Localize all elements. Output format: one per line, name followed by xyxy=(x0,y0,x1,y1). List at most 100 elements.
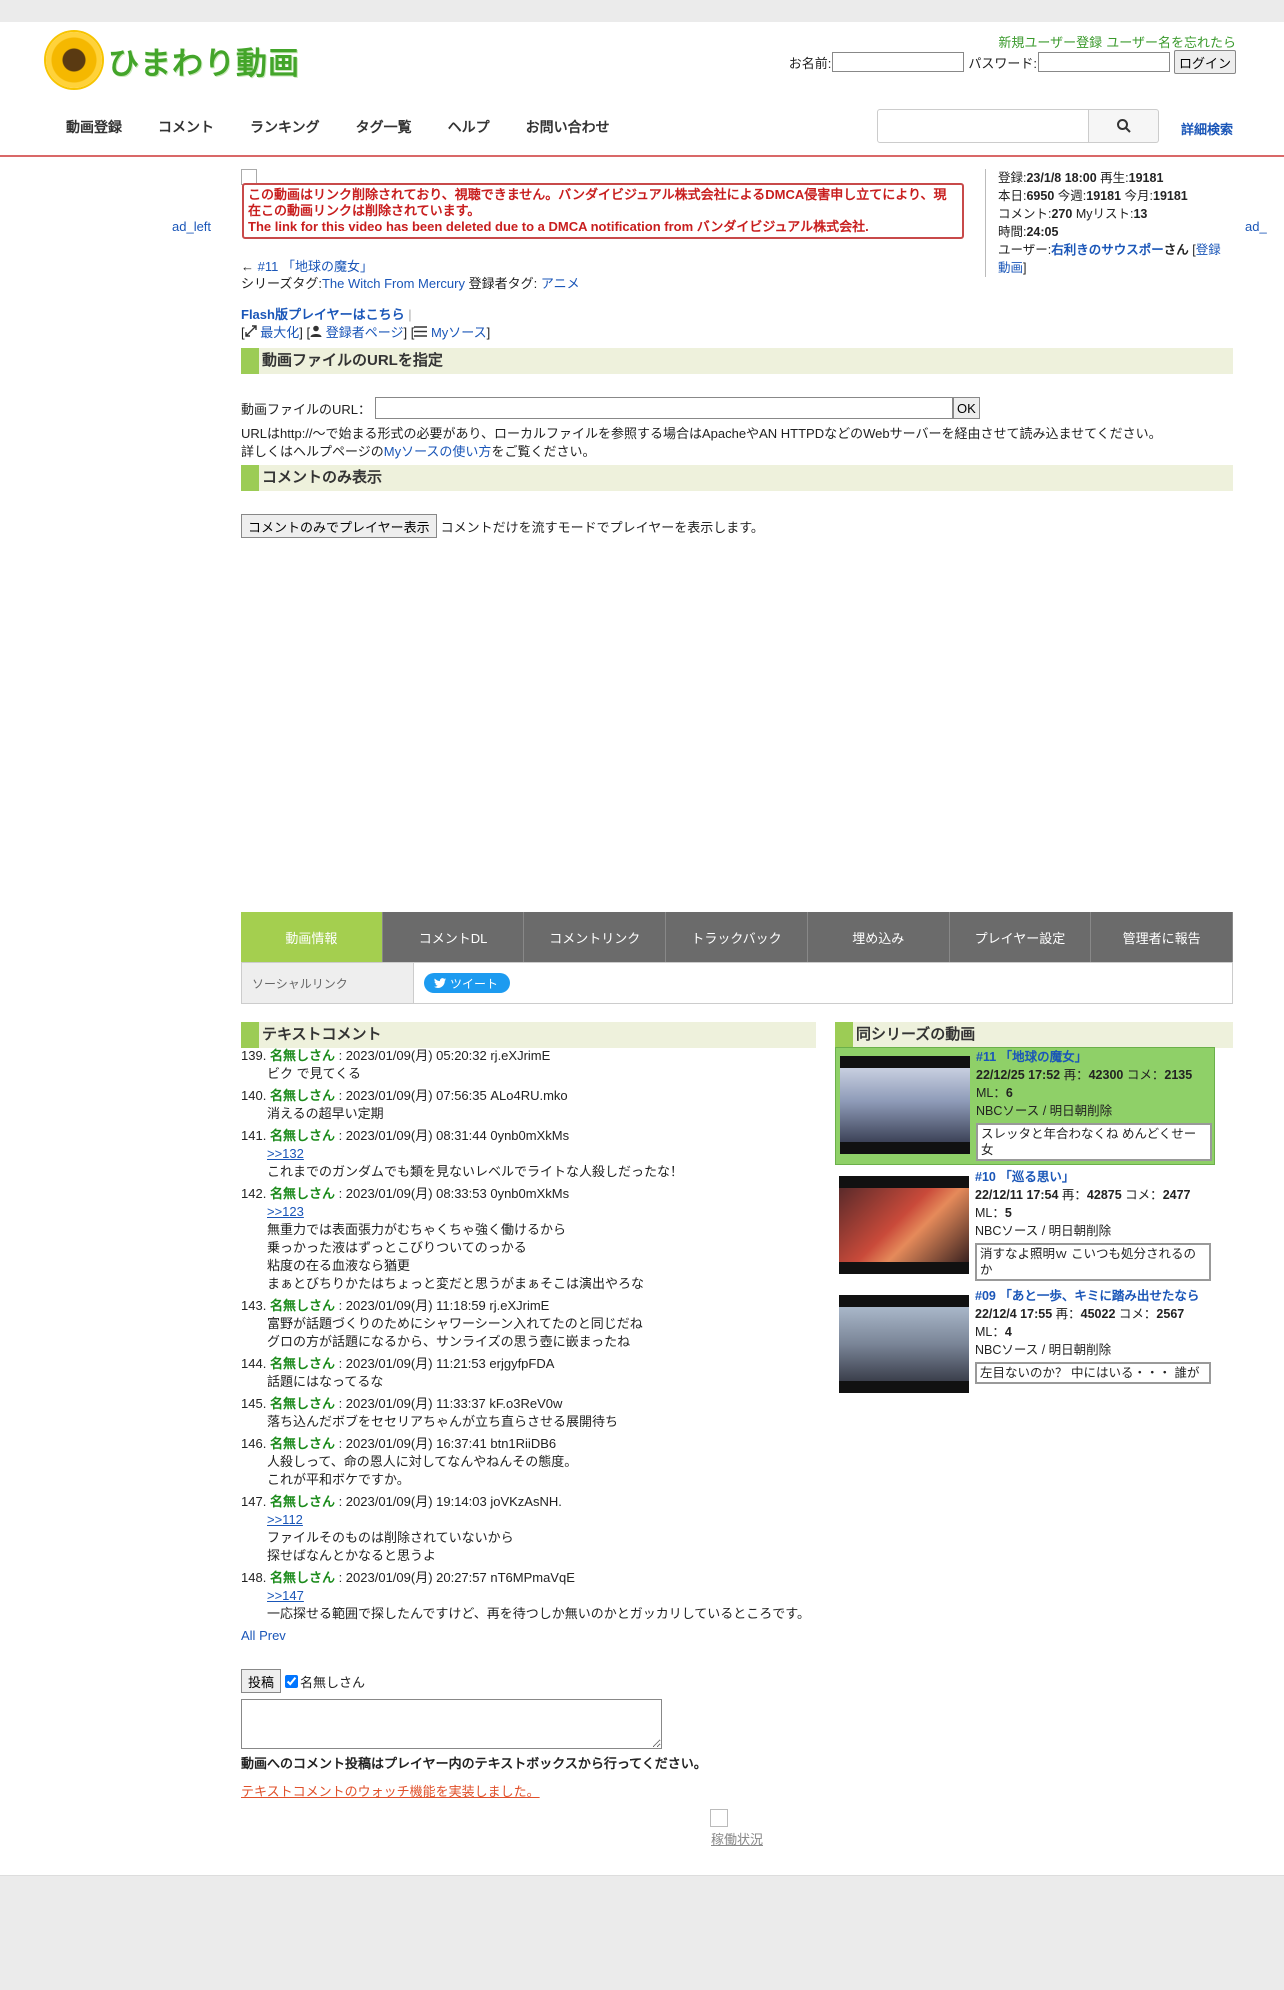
watch-feature-link[interactable]: テキストコメントのウォッチ機能を実装しました。 xyxy=(241,1781,540,1800)
user-link[interactable]: 右利きのサウスポー xyxy=(1051,243,1164,257)
series-comments-label: コメ： xyxy=(1126,1068,1165,1082)
flash-player-link[interactable]: Flash版プレイヤーはこちら | xyxy=(241,304,412,323)
tab-comment-dl[interactable]: コメントDL xyxy=(382,912,525,962)
comment-meta: : 2023/01/09(月) 19:14:03 joVKzAsNH. xyxy=(338,1494,562,1509)
post-button[interactable]: 投稿 xyxy=(241,1669,282,1693)
search-button[interactable] xyxy=(1089,109,1159,143)
tab-video-info[interactable]: 動画情報 xyxy=(241,912,383,962)
tweet-button[interactable]: ツイート xyxy=(424,973,511,993)
comment-line: これが平和ボケですか。 xyxy=(267,1472,410,1487)
video-thumbnail[interactable] xyxy=(839,1295,969,1393)
series-title-link[interactable]: #09 「あと一歩、キミに踏み出せたなら xyxy=(975,1287,1211,1305)
series-title-link[interactable]: #10 「巡る思い」 xyxy=(975,1168,1211,1186)
nav-item-contact[interactable]: お問い合わせ xyxy=(508,117,628,137)
comment-line: これまでのガンダムでも類を見ないレベルでライトな人殺しだったな！ xyxy=(267,1164,684,1179)
advanced-search-link[interactable]: 詳細検索 xyxy=(1181,119,1233,138)
comment-line: 粘度の在る血液なら猶更 xyxy=(267,1258,411,1273)
comment-only-player-button[interactable]: コメントのみでプレイヤー表示 xyxy=(241,514,437,538)
nav-item-help[interactable]: ヘルプ xyxy=(430,117,508,137)
main-content: ad_left ad_ この動画はリンク削除されており、視聴できません。バンダイ… xyxy=(0,157,1284,1875)
my-source-link[interactable]: Myソース xyxy=(431,325,487,340)
series-date: 22/12/11 17:54 xyxy=(975,1188,1059,1202)
video-thumbnail[interactable] xyxy=(840,1056,970,1154)
comment-number: 139. xyxy=(241,1048,267,1063)
series-comments: 2567 xyxy=(1156,1307,1185,1321)
url-form: 動画ファイルのURL： OK xyxy=(241,397,980,419)
series-title-link[interactable]: #11 「地球の魔女」 xyxy=(976,1048,1212,1066)
comment-anchor-link[interactable]: >>123 xyxy=(267,1204,304,1219)
series-comments: 2135 xyxy=(1164,1068,1193,1082)
name-input[interactable] xyxy=(832,52,965,72)
comment-item: 145. 名無しさん : 2023/01/09(月) 11:33:37 kF.o… xyxy=(241,1395,816,1431)
my-source-help-link[interactable]: Myソースの使い方 xyxy=(384,444,492,459)
today-value: 6950 xyxy=(1026,189,1055,203)
url-ok-button[interactable]: OK xyxy=(953,397,980,419)
social-links: ソーシャルリンク ツイート xyxy=(241,962,1233,1004)
uploader-page-link[interactable]: 登録者ページ xyxy=(326,325,404,340)
site-logo[interactable]: ひまわり動画 xyxy=(46,32,300,88)
all-comments-link[interactable]: All xyxy=(241,1628,255,1643)
comment-line: 落ち込んだボブをセセリアちゃんが立ち直らさせる展開待ち xyxy=(267,1414,619,1429)
comment-meta: : 2023/01/09(月) 11:33:37 kF.o3ReV0w xyxy=(338,1396,563,1411)
comment-item: 144. 名無しさん : 2023/01/09(月) 11:21:53 erjg… xyxy=(241,1355,816,1391)
comment-line: 消えるの超早い定期 xyxy=(267,1106,384,1121)
left-arrow-icon: ← xyxy=(241,259,254,274)
comment-number: 145. xyxy=(241,1396,267,1411)
forgot-username-link[interactable]: ユーザー名を忘れたら xyxy=(1106,36,1236,51)
register-link[interactable]: 新規ユーザー登録 xyxy=(998,36,1102,51)
nav-item-upload[interactable]: 動画登録 xyxy=(48,117,140,137)
series-item[interactable]: #09 「あと一歩、キミに踏み出せたなら 22/12/4 17:55 再：4502… xyxy=(835,1287,1215,1403)
mylist-label: Myリスト: xyxy=(1075,207,1134,221)
comment-only-row: コメントのみでプレイヤー表示 コメントだけを流すモードでプレイヤーを表示します。 xyxy=(241,514,764,538)
month-label: 今月: xyxy=(1124,189,1153,203)
series-plays: 42875 xyxy=(1086,1188,1122,1202)
comment-author: 名無しさん xyxy=(269,1048,335,1063)
tags-row: シリーズタグ:The Witch From Mercury 登録者タグ: アニメ xyxy=(241,273,580,292)
reg-tag-label: 登録者タグ: xyxy=(468,276,538,291)
video-url-input[interactable] xyxy=(375,397,954,419)
password-input[interactable] xyxy=(1037,52,1170,72)
video-thumbnail[interactable] xyxy=(839,1176,969,1274)
url-section-heading: 動画ファイルのURLを指定 xyxy=(241,348,1233,374)
dmca-text-jp: この動画はリンク削除されており、視聴できません。バンダイビジュアル株式会社による… xyxy=(248,187,947,218)
prev-comments-link[interactable]: Prev xyxy=(259,1628,286,1643)
nav-item-ranking[interactable]: ランキング xyxy=(232,117,338,137)
name-label: お名前: xyxy=(788,55,832,71)
comment-anchor-link[interactable]: >>112 xyxy=(267,1512,303,1527)
tab-player-settings[interactable]: プレイヤー設定 xyxy=(949,912,1092,962)
search-input[interactable] xyxy=(877,109,1089,143)
comment-item: 148. 名無しさん : 2023/01/09(月) 20:27:57 nT6M… xyxy=(241,1569,816,1623)
login-button[interactable]: ログイン xyxy=(1173,50,1236,74)
nav-item-tags[interactable]: タグ一覧 xyxy=(338,117,430,137)
tab-embed[interactable]: 埋め込み xyxy=(807,912,950,962)
comment-anchor-link[interactable]: >>132 xyxy=(267,1146,304,1161)
maximize-link[interactable]: 最大化 xyxy=(260,325,299,340)
series-item[interactable]: #11 「地球の魔女」 22/12/25 17:52 再：42300 コメ：213… xyxy=(835,1047,1215,1165)
prev-episode-link[interactable]: #11 「地球の魔女」 xyxy=(258,259,373,274)
social-label: ソーシャルリンク xyxy=(242,963,414,1003)
ad-left[interactable]: ad_left xyxy=(172,219,211,234)
series-tag-link[interactable]: The Witch From Mercury xyxy=(322,276,465,291)
login-form: お名前: パスワード: ログイン xyxy=(789,50,1236,74)
ad-right[interactable]: ad_ xyxy=(1245,219,1267,234)
tab-trackback[interactable]: トラックバック xyxy=(666,912,808,962)
comment-anchor-link[interactable]: >>147 xyxy=(267,1588,304,1603)
video-tools: [ 最大化] [ 登録者ページ] [ Myソース] xyxy=(241,325,491,340)
dmca-notice: この動画はリンク削除されており、視聴できません。バンダイビジュアル株式会社による… xyxy=(242,183,964,239)
series-item[interactable]: #10 「巡る思い」 22/12/11 17:54 再：42875 コメ：2477… xyxy=(835,1168,1215,1284)
anon-checkbox[interactable] xyxy=(285,1674,299,1688)
tab-comment-link[interactable]: コメントリンク xyxy=(524,912,667,962)
comments-value: 270 xyxy=(1051,207,1073,221)
nav-item-comment[interactable]: コメント xyxy=(140,117,232,137)
status-link[interactable]: 稼働状況 xyxy=(711,1829,763,1848)
comment-textarea[interactable] xyxy=(241,1699,662,1749)
comment-line: まぁとびちりかたはちょっと変だと思うがまぁそこは演出やろな xyxy=(267,1276,645,1291)
comment-author: 名無しさん xyxy=(269,1396,335,1411)
url-note-2-post: をご覧ください。 xyxy=(491,444,596,459)
comment-line: ファイルそのものは削除されていないから xyxy=(267,1530,514,1545)
tab-report[interactable]: 管理者に報告 xyxy=(1091,912,1234,962)
mylist-value: 13 xyxy=(1133,207,1148,221)
series-latest-comment: 消すなよ照明ｗ こいつも処分されるのか xyxy=(975,1243,1211,1281)
reg-tag-link[interactable]: アニメ xyxy=(541,276,580,291)
comment-line: ビク で見てくる xyxy=(267,1066,361,1081)
